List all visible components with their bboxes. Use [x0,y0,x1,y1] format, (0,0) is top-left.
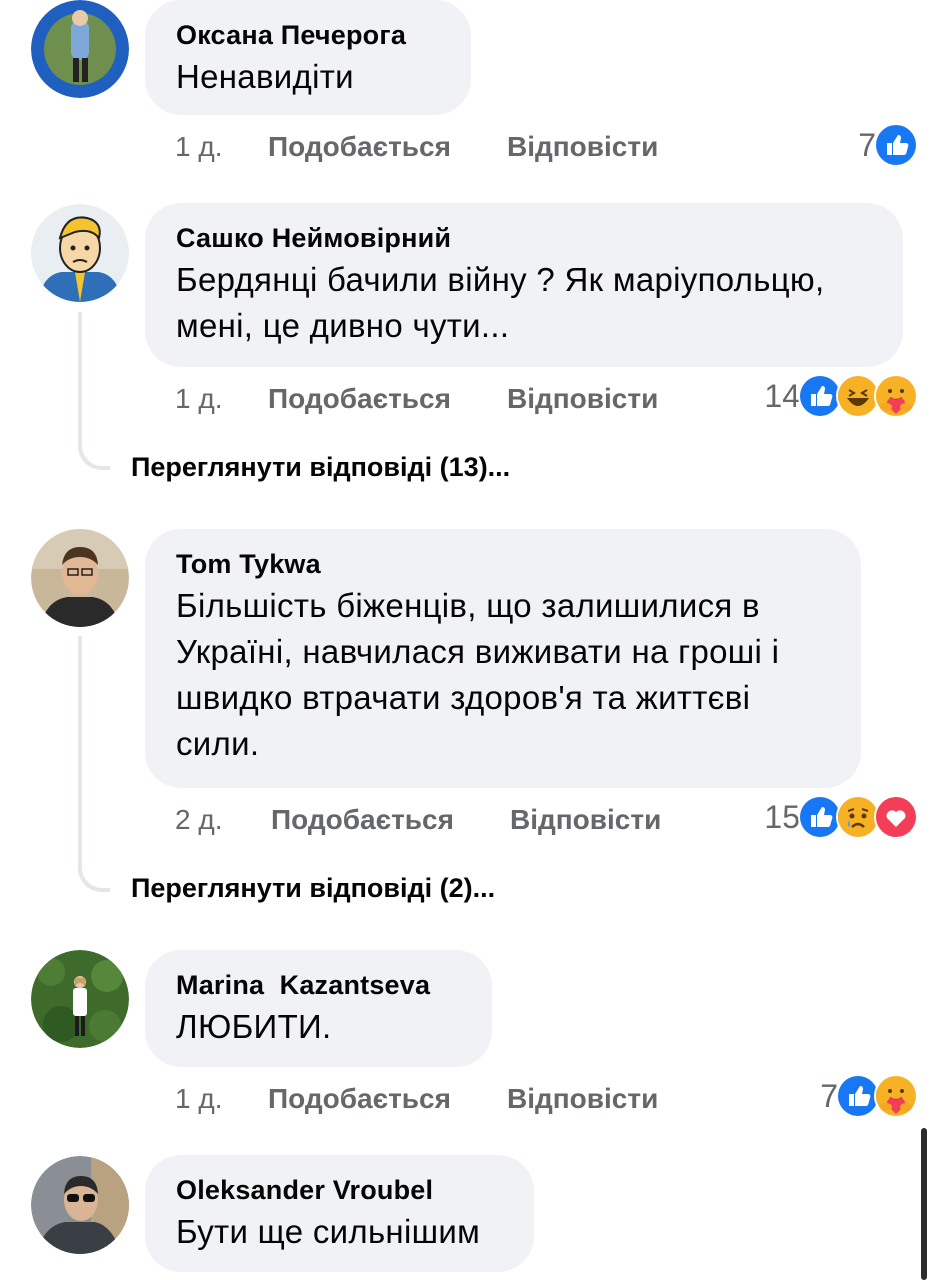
avatar-sashko[interactable] [31,204,129,302]
comment-bubble: Oleksander Vroubel Бути ще сильнішим [145,1155,534,1272]
care-icon [874,1074,918,1118]
like-button[interactable]: Подобається [268,127,451,167]
comment-time[interactable]: 1 д. [175,379,222,419]
comment-author[interactable]: Сашко Неймовірний [176,221,872,255]
comment-bubble: Tom Tykwa Більшість біженців, що залишил… [145,529,861,788]
reply-button[interactable]: Відповісти [507,379,658,419]
thread-connector [78,312,110,470]
comment-bubble: Сашко Неймовірний Бердянці бачили війну … [145,203,903,367]
reaction-count: 14 [764,378,800,414]
comment-author[interactable]: Оксана Печерога [176,18,440,52]
comment-time[interactable]: 2 д. [175,800,222,840]
avatar-photo [31,950,129,1048]
view-replies-link[interactable]: Переглянути відповіді (2)... [131,868,495,908]
like-button[interactable]: Подобається [268,379,451,419]
avatar-photo [31,0,129,98]
reaction-count: 15 [764,799,800,835]
comment-time[interactable]: 1 д. [175,1079,222,1119]
reply-button[interactable]: Відповісти [507,1079,658,1119]
reactions-summary[interactable]: 7 [858,123,918,167]
scrollbar[interactable] [921,1128,927,1280]
comment-text: ЛЮБИТИ. [176,1008,332,1045]
avatar-tom[interactable] [31,529,129,627]
like-button[interactable]: Подобається [271,800,454,840]
comment-author[interactable]: Tom Tykwa [176,547,830,581]
avatar-marina[interactable] [31,950,129,1048]
reply-button[interactable]: Відповісти [507,127,658,167]
comment-actions: 1 д. Подобається Відповісти [175,379,735,419]
reactions-summary[interactable]: 7 [820,1074,918,1118]
comment-bubble: Marina Kazantseva ЛЮБИТИ. [145,950,492,1067]
comment-time[interactable]: 1 д. [175,127,222,167]
comment-actions: 1 д. Подобається Відповісти [175,1079,775,1119]
comment-actions: 2 д. Подобається Відповісти [175,800,735,840]
like-icon [874,123,918,167]
view-replies-link[interactable]: Переглянути відповіді (13)... [131,447,510,487]
like-button[interactable]: Подобається [268,1079,451,1119]
reply-button[interactable]: Відповісти [510,800,661,840]
avatar-photo [31,1156,129,1254]
thread-connector [78,636,110,892]
comment-text: Бути ще сильнішим [176,1213,481,1250]
avatar-oleksander[interactable] [31,1156,129,1254]
reactions-summary[interactable]: 14 [764,374,918,418]
reactions-summary[interactable]: 15 [764,795,918,839]
care-icon [874,374,918,418]
comment-actions: 1 д. Подобається Відповісти [175,127,915,167]
comment-text: Ненавидіти [176,58,354,95]
avatar-oksana[interactable] [31,0,129,98]
avatar-photo [31,529,129,627]
comment-text: Більшість біженців, що залишилися в Укра… [176,587,780,762]
comment-bubble: Оксана Печерога Ненавидіти [145,0,471,115]
comment-author[interactable]: Marina Kazantseva [176,968,461,1002]
comment-author[interactable]: Oleksander Vroubel [176,1173,503,1207]
comment-text: Бердянці бачили війну ? Як маріупольцю, … [176,261,825,344]
vault-boy-avatar [31,204,129,302]
love-icon [874,795,918,839]
